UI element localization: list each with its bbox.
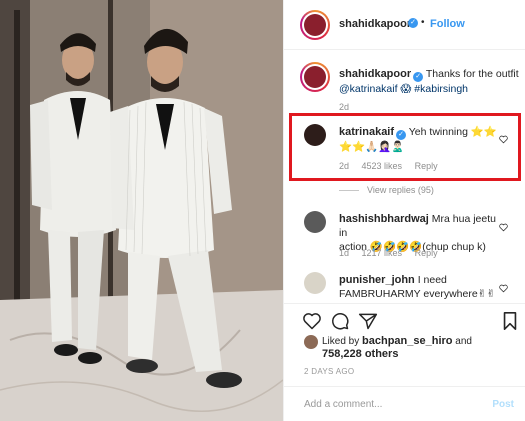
avatar[interactable] bbox=[304, 14, 326, 36]
caption-text: shahidkapoor ✓ Thanks for the outfit @kat… bbox=[339, 67, 519, 96]
post-comment-button[interactable]: Post bbox=[492, 399, 514, 410]
like-heart-icon[interactable] bbox=[302, 311, 322, 331]
liked-by-block: Liked by bachpan_se_hiro and 758,228 oth… bbox=[284, 333, 525, 363]
caption-verified-icon: ✓ bbox=[413, 72, 424, 82]
comment-avatar[interactable] bbox=[304, 211, 326, 233]
comment-body: punisher_john I need FAMBRUHARMY everywh… bbox=[339, 273, 504, 301]
liked-by-and: and bbox=[455, 336, 472, 347]
post-photo[interactable] bbox=[0, 0, 283, 421]
highlight-box bbox=[289, 113, 521, 181]
verified-badge-icon: ✓ bbox=[408, 18, 418, 28]
caption-avatar[interactable] bbox=[304, 66, 326, 88]
replies-divider bbox=[339, 190, 359, 192]
post-date[interactable]: 2 DAYS AGO bbox=[304, 367, 354, 376]
comment-line1: I need bbox=[417, 274, 447, 286]
post-header: shahidkapoor ✓ • Follow bbox=[284, 0, 525, 50]
post-username[interactable]: shahidkapoor bbox=[339, 18, 411, 30]
photo-illustration bbox=[0, 0, 283, 421]
comment-meta: 1d 1217 likes Reply bbox=[339, 248, 448, 258]
caption-age: 2d bbox=[339, 102, 350, 112]
caption-username[interactable]: shahidkapoor bbox=[339, 68, 411, 80]
add-comment-input[interactable]: Add a comment... bbox=[304, 399, 382, 410]
comment-item: hashishbhardwaj Mra hua jeetu in action … bbox=[284, 207, 525, 263]
save-bookmark-icon[interactable] bbox=[502, 311, 518, 331]
comment-username[interactable]: hashishbhardwaj bbox=[339, 213, 429, 225]
comment-item: punisher_john I need FAMBRUHARMY everywh… bbox=[284, 268, 525, 304]
liked-by-text: Liked by bachpan_se_hiro and 758,228 oth… bbox=[322, 335, 522, 361]
comment-avatar[interactable] bbox=[304, 272, 326, 294]
comment-icon[interactable] bbox=[330, 311, 350, 331]
post-side-panel: shahidkapoor ✓ • Follow shahidkapoor ✓ Th… bbox=[283, 0, 525, 421]
caption-block: shahidkapoor ✓ Thanks for the outfit @kat… bbox=[284, 50, 525, 112]
comment-username[interactable]: punisher_john bbox=[339, 274, 415, 286]
comment-like-heart-icon[interactable] bbox=[499, 223, 508, 232]
liker-avatar[interactable] bbox=[304, 335, 318, 349]
view-replies-link[interactable]: View replies (95) bbox=[339, 185, 434, 195]
liked-by-user[interactable]: bachpan_se_hiro bbox=[362, 335, 452, 347]
caption-line1: Thanks for the outfit bbox=[425, 68, 519, 80]
caption-line2: @katrinakaif 😱 #kabirsingh bbox=[339, 83, 468, 95]
liked-by-prefix: Liked by bbox=[322, 336, 360, 347]
view-replies-label[interactable]: View replies (95) bbox=[367, 185, 434, 195]
liked-by-others[interactable]: 758,228 others bbox=[322, 348, 398, 360]
share-icon[interactable] bbox=[358, 311, 378, 331]
comment-reply-button[interactable]: Reply bbox=[415, 248, 438, 258]
comment-line2: FAMBRUHARMY everywhere✌✌ bbox=[339, 288, 496, 300]
add-comment-bar: Add a comment... Post bbox=[284, 386, 525, 421]
comment-age: 1d bbox=[339, 248, 350, 258]
comment-likes[interactable]: 1217 likes bbox=[362, 248, 403, 258]
comment-like-heart-icon[interactable] bbox=[499, 284, 508, 293]
follow-button[interactable]: Follow bbox=[430, 18, 465, 30]
separator-dot: • bbox=[421, 17, 425, 28]
